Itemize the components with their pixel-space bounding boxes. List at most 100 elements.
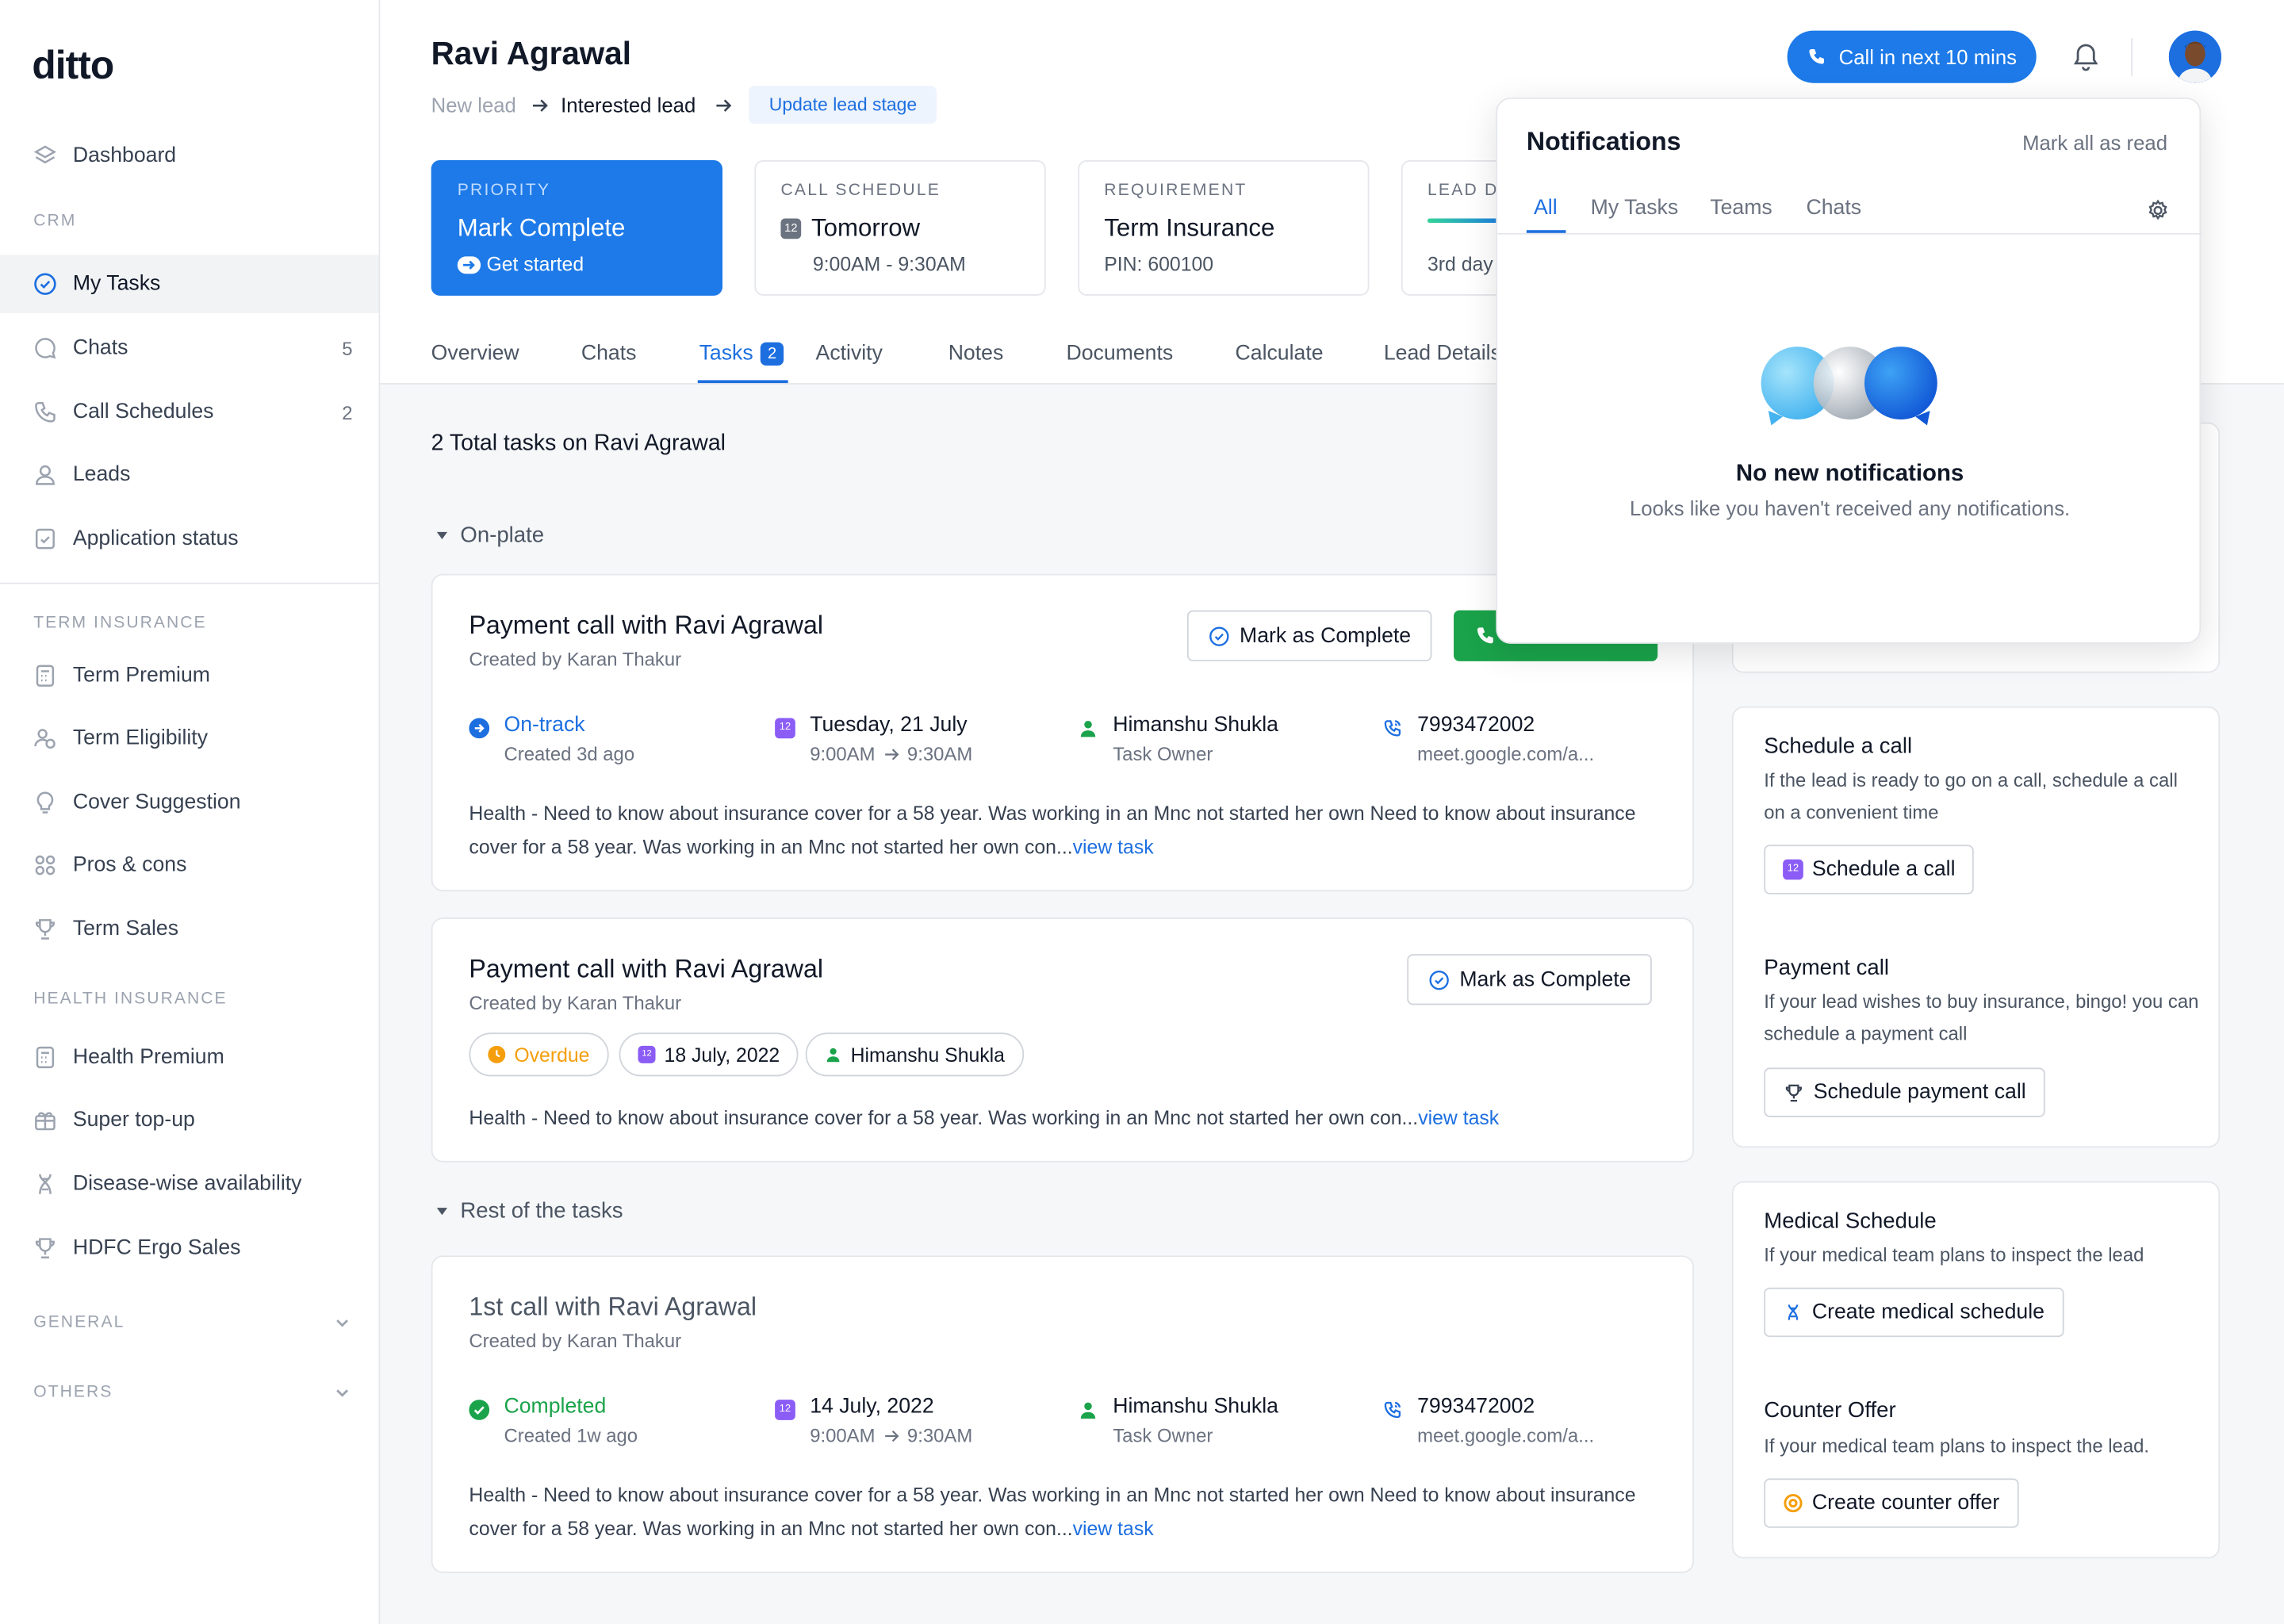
chevron-down-icon[interactable]: [332, 1312, 353, 1333]
card-value: Tomorrow: [811, 214, 921, 242]
arrow-pill-icon: [457, 255, 481, 274]
sidebar-item-term-eligibility[interactable]: Term Eligibility: [0, 710, 379, 768]
status-sub: Created 3d ago: [504, 742, 635, 765]
task-status: Completed Created 1w ago: [469, 1396, 638, 1446]
status-label: Completed: [504, 1395, 607, 1419]
notif-tab-my-tasks[interactable]: My Tasks: [1591, 197, 1679, 220]
sidebar-item-super-top-up[interactable]: Super top-up: [0, 1091, 379, 1149]
group-on-plate[interactable]: On-plate: [435, 523, 544, 548]
meet-link[interactable]: meet.google.com/a...: [1417, 743, 1594, 765]
owner-role: Task Owner: [1113, 1424, 1213, 1446]
tab-chats[interactable]: Chats: [581, 343, 637, 366]
task-title[interactable]: Payment call with Ravi Agrawal: [469, 954, 823, 985]
sidebar-item-chats[interactable]: Chats 5: [0, 319, 379, 377]
check-circle-icon: [469, 1400, 490, 1420]
priority-card[interactable]: PRIORITY Mark Complete Get started: [431, 160, 723, 296]
update-lead-stage-button[interactable]: Update lead stage: [749, 86, 937, 124]
sidebar-item-dashboard[interactable]: Dashboard: [0, 127, 379, 185]
description-text: Health - Need to know about insurance co…: [469, 802, 1636, 858]
meet-link[interactable]: meet.google.com/a...: [1417, 1424, 1594, 1446]
sidebar-item-leads[interactable]: Leads: [0, 446, 379, 504]
group-rest[interactable]: Rest of the tasks: [435, 1199, 623, 1224]
view-task-link[interactable]: view task: [1418, 1107, 1499, 1129]
schedule-call-button[interactable]: 12 Schedule a call: [1764, 845, 1975, 894]
chevron-down-icon[interactable]: [332, 1382, 353, 1403]
card-label: PRIORITY: [457, 182, 551, 200]
sidebar-section-general[interactable]: GENERAL: [33, 1314, 125, 1331]
avatar[interactable]: [2168, 30, 2221, 83]
sidebar-item-call-schedules[interactable]: Call Schedules 2: [0, 383, 379, 441]
call-button-label: Call in next 10 mins: [1838, 44, 2018, 69]
mark-complete-button[interactable]: Mark as Complete: [1186, 610, 1431, 661]
caret-down-icon: [436, 531, 448, 539]
schedule-payment-call-button[interactable]: Schedule payment call: [1764, 1067, 2045, 1117]
bell-icon[interactable]: [2070, 40, 2102, 72]
tab-calculate[interactable]: Calculate: [1236, 343, 1324, 366]
sidebar-item-term-sales[interactable]: Term Sales: [0, 900, 379, 958]
action-desc: If your medical team plans to inspect th…: [1764, 1434, 2150, 1457]
call-schedule-card[interactable]: CALL SCHEDULE 12 Tomorrow 9:00AM - 9:30A…: [754, 160, 1046, 296]
card-label: LEAD D: [1427, 182, 1499, 200]
create-counter-offer-button[interactable]: Create counter offer: [1764, 1478, 2019, 1528]
sidebar-item-application-status[interactable]: Application status: [0, 510, 379, 568]
sidebar-item-my-tasks[interactable]: My Tasks: [0, 255, 379, 313]
stage-prev: New lead: [431, 93, 516, 117]
button-label: Mark as Complete: [1240, 624, 1412, 648]
call-next-10-button[interactable]: Call in next 10 mins: [1787, 30, 2037, 83]
tab-overview[interactable]: Overview: [431, 343, 519, 366]
sidebar-item-label: Term Sales: [72, 917, 179, 941]
app-logo[interactable]: ditto: [32, 44, 114, 89]
sidebar-item-health-premium[interactable]: Health Premium: [0, 1028, 379, 1086]
requirement-card[interactable]: REQUIREMENT Term Insurance PIN: 600100: [1078, 160, 1370, 296]
view-task-link[interactable]: view task: [1073, 1518, 1154, 1540]
task-title[interactable]: Payment call with Ravi Agrawal: [469, 611, 823, 642]
mark-complete-button[interactable]: Mark as Complete: [1407, 954, 1652, 1005]
tab-lead-details[interactable]: Lead Details: [1384, 343, 1501, 366]
sidebar-item-cover-suggestion[interactable]: Cover Suggestion: [0, 773, 379, 831]
time-range: 9:00AM 9:30AM: [810, 1424, 972, 1446]
notif-tab-all[interactable]: All: [1534, 197, 1558, 220]
call-schedules-count: 2: [342, 401, 353, 423]
status-sub: Created 1w ago: [504, 1424, 638, 1446]
create-medical-schedule-button[interactable]: Create medical schedule: [1764, 1287, 2064, 1338]
owner-badge: Himanshu Shukla: [805, 1032, 1024, 1077]
sidebar-section-others[interactable]: OTHERS: [33, 1384, 113, 1401]
card-value: Term Insurance: [1104, 214, 1275, 242]
gear-icon[interactable]: [2145, 198, 2170, 223]
tab-documents[interactable]: Documents: [1066, 343, 1173, 366]
calendar-icon: 12: [1783, 859, 1803, 880]
notif-tab-teams[interactable]: Teams: [1710, 197, 1772, 220]
sidebar-item-disease-availability[interactable]: Disease-wise availability: [0, 1155, 379, 1213]
layers-icon: [33, 145, 57, 164]
user-icon: [1080, 721, 1096, 737]
tab-tasks[interactable]: Tasks 2: [699, 342, 784, 366]
tab-notes[interactable]: Notes: [948, 343, 1004, 366]
document-check-icon: [35, 528, 55, 550]
sidebar-item-term-premium[interactable]: Term Premium: [0, 647, 379, 705]
dna-icon: [1788, 1304, 1799, 1320]
trophy-icon: [35, 919, 55, 940]
phone-icon: [35, 402, 56, 423]
sidebar-item-pros-cons[interactable]: Pros & cons: [0, 836, 379, 894]
check-circle-icon: [34, 273, 56, 295]
task-contact: 7993472002 meet.google.com/a...: [1382, 1396, 1594, 1446]
sidebar-item-hdfc-ergo-sales[interactable]: HDFC Ergo Sales: [0, 1219, 379, 1277]
empty-description: Looks like you haven't received any noti…: [1629, 496, 2071, 520]
notifications-title: Notifications: [1526, 126, 1681, 156]
action-desc: If your lead wishes to buy insurance, bi…: [1764, 990, 2199, 1044]
tab-activity[interactable]: Activity: [816, 343, 883, 366]
calendar-icon: 12: [775, 718, 795, 739]
gift-icon: [35, 1112, 56, 1131]
task-title[interactable]: 1st call with Ravi Agrawal: [469, 1292, 757, 1323]
get-started-link[interactable]: Get started: [457, 254, 584, 275]
check-circle-icon: [1209, 626, 1229, 645]
task-description: Health - Need to know about insurance co…: [469, 1478, 1663, 1545]
view-task-link[interactable]: view task: [1073, 836, 1154, 858]
task-created-by: Created by Karan Thakur: [469, 1329, 682, 1352]
mark-all-read-button[interactable]: Mark all as read: [2022, 131, 2167, 154]
time-from: 9:00AM: [810, 1424, 876, 1446]
task-owner: Himanshu Shukla Task Owner: [1078, 1396, 1278, 1446]
notif-tab-chats[interactable]: Chats: [1807, 197, 1862, 220]
card-label: REQUIREMENT: [1104, 182, 1247, 200]
task-card: 1st call with Ravi Agrawal Created by Ka…: [431, 1255, 1695, 1573]
